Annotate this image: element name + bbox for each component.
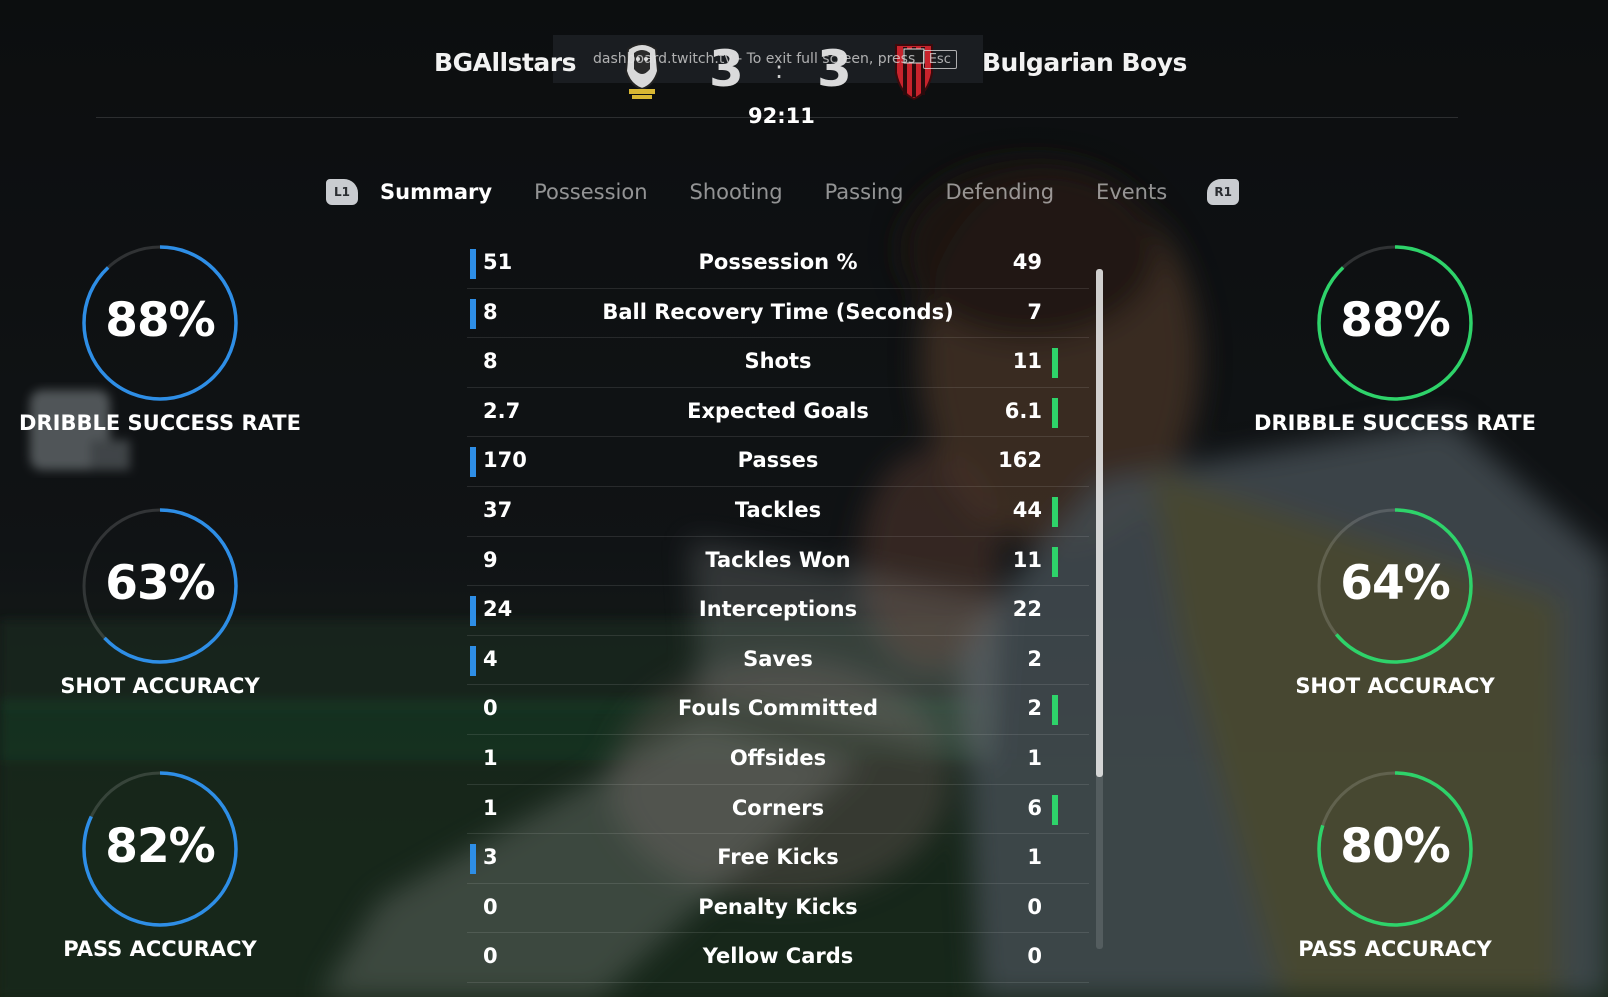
stat-away-value: 2 (1027, 696, 1042, 721)
stat-home-value: 51 (483, 250, 513, 274)
stat-row: Passes 170 162 (467, 437, 1089, 487)
stats-tab-bar: L1 Summary Possession Shooting Passing D… (326, 172, 1240, 212)
stat-home-value: 0 (483, 894, 498, 919)
stat-row: Fouls Committed 0 2 (467, 685, 1089, 735)
lion-crest-icon (624, 43, 660, 99)
tab-events[interactable]: Events (1096, 180, 1167, 204)
stat-home-value: 3 (483, 845, 498, 870)
ring-value: 88% (105, 293, 216, 348)
stat-label: Tackles (734, 497, 822, 522)
stat-label: Passes (737, 448, 819, 473)
away-shot-accuracy-ring: 64% SHOT ACCURACY (1235, 506, 1555, 698)
stat-row: Penalty Kicks 0 0 (467, 884, 1089, 934)
stat-away-value: 7 (1027, 299, 1042, 324)
scrollbar-thumb[interactable] (1096, 269, 1103, 777)
stat-away-value: 162 (998, 448, 1042, 473)
stats-table: Possession % 51 49 Ball Recovery Time (Seco… (467, 239, 1089, 983)
l1-bumper-button[interactable]: L1 (326, 179, 358, 205)
stat-home-value: 8 (483, 349, 498, 374)
tab-shooting[interactable]: Shooting (690, 180, 783, 204)
stat-home-value: 1 (483, 795, 498, 820)
stat-label: Interceptions (698, 597, 858, 622)
tab-possession[interactable]: Possession (534, 180, 647, 204)
home-shot-accuracy-ring: 63% SHOT ACCURACY (0, 506, 320, 698)
stat-label: Free Kicks (717, 845, 839, 870)
stat-away-value: 49 (1012, 250, 1042, 274)
ring-label: PASS ACCURACY (1298, 937, 1492, 961)
ring-label: PASS ACCURACY (63, 937, 257, 961)
ring-label: DRIBBLE SUCCESS RATE (1254, 411, 1536, 435)
stat-label: Offsides (729, 745, 827, 770)
stat-row: Yellow Cards 0 0 (467, 933, 1089, 983)
stat-home-value: 0 (483, 696, 498, 721)
away-score: 3 (817, 40, 852, 98)
r1-bumper-button[interactable]: R1 (1207, 179, 1240, 205)
stat-home-value: 9 (483, 547, 498, 572)
stat-away-value: 11 (1012, 349, 1042, 374)
stat-label: Fouls Committed (677, 696, 879, 721)
ring-value: 88% (1340, 293, 1451, 348)
stat-away-value: 0 (1027, 944, 1042, 969)
stat-home-value: 2.7 (483, 398, 521, 423)
stat-label: Expected Goals (687, 398, 869, 423)
tab-defending[interactable]: Defending (946, 180, 1055, 204)
stat-row: Tackles 37 44 (467, 487, 1089, 537)
stat-row: Tackles Won 9 11 (467, 537, 1089, 587)
stat-label: Saves (743, 646, 813, 671)
stat-row: Offsides 1 1 (467, 735, 1089, 785)
away-pass-accuracy-ring: 80% PASS ACCURACY (1235, 769, 1555, 961)
ring-value: 63% (105, 556, 216, 611)
stat-row: Expected Goals 2.7 6.1 (467, 388, 1089, 438)
home-pass-accuracy-ring: 82% PASS ACCURACY (0, 769, 320, 961)
fullscreen-notice-text: dashboard.twitch.tv - To exit full scree… (593, 51, 916, 67)
stat-home-value: 37 (483, 497, 513, 522)
stat-label: Penalty Kicks (698, 894, 858, 919)
stat-row: Free Kicks 3 1 (467, 834, 1089, 884)
stat-home-value: 1 (483, 745, 498, 770)
ring-value: 80% (1340, 819, 1451, 874)
away-dribble-success-ring: 88% DRIBBLE SUCCESS RATE (1235, 243, 1555, 435)
stat-away-value: 2 (1027, 646, 1042, 671)
match-clock: 92:11 (748, 104, 815, 128)
stat-row: Corners 1 6 (467, 785, 1089, 835)
stat-away-value: 0 (1027, 894, 1042, 919)
stat-away-value: 22 (1012, 597, 1042, 622)
ring-value: 64% (1340, 556, 1451, 611)
stat-away-value: 1 (1027, 745, 1042, 770)
ring-label: DRIBBLE SUCCESS RATE (19, 411, 301, 435)
stat-label: Corners (731, 795, 825, 820)
tab-summary[interactable]: Summary (380, 180, 492, 204)
stat-away-value: 44 (1012, 497, 1042, 522)
stat-row: Interceptions 24 22 (467, 586, 1089, 636)
stat-away-value: 6.1 (1004, 398, 1042, 423)
stat-row: Ball Recovery Time (Seconds) 8 7 (467, 289, 1089, 339)
esc-key-hint: Esc (922, 50, 957, 69)
stat-home-value: 8 (483, 299, 498, 324)
striped-shield-crest-icon (895, 44, 933, 101)
stat-away-value: 11 (1012, 547, 1042, 572)
fullscreen-notice: dashboard.twitch.tv - To exit full scree… (593, 50, 957, 69)
stat-label: Ball Recovery Time (Seconds) (602, 299, 954, 324)
stat-home-value: 4 (483, 646, 498, 671)
stat-label: Possession % (698, 250, 858, 274)
stat-label: Shots (744, 349, 812, 374)
stat-row: Shots 8 11 (467, 338, 1089, 388)
stat-label: Tackles Won (705, 547, 851, 572)
ring-label: SHOT ACCURACY (1295, 674, 1495, 698)
stat-row: Possession % 51 49 (467, 239, 1089, 289)
stat-home-value: 170 (483, 448, 527, 473)
ring-value: 82% (105, 819, 216, 874)
stat-home-value: 24 (483, 597, 513, 622)
away-team-name: Bulgarian Boys (982, 48, 1187, 77)
home-team-name: BGAllstars (434, 48, 576, 77)
stat-row: Saves 4 2 (467, 636, 1089, 686)
stat-away-value: 1 (1027, 845, 1042, 870)
tab-passing[interactable]: Passing (825, 180, 904, 204)
stat-away-value: 6 (1027, 795, 1042, 820)
stat-label: Yellow Cards (702, 944, 854, 969)
home-score: 3 (709, 40, 744, 98)
ring-label: SHOT ACCURACY (60, 674, 260, 698)
stat-home-value: 0 (483, 944, 498, 969)
home-dribble-success-ring: 88% DRIBBLE SUCCESS RATE (0, 243, 320, 435)
